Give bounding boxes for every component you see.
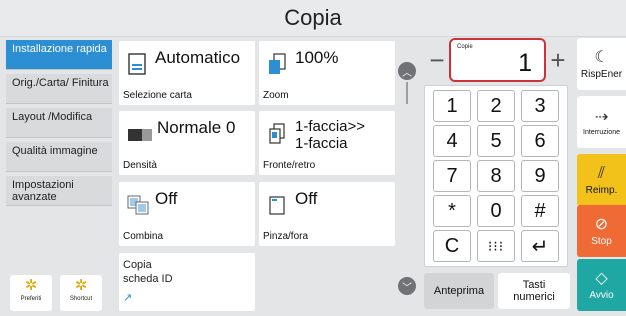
combine-value: Off xyxy=(155,189,178,208)
scroll-down-button[interactable]: ﹀ xyxy=(398,277,416,295)
staple-punch-tile[interactable]: Off Pinza/fora xyxy=(259,182,395,246)
staple-caption: Pinza/fora xyxy=(263,231,309,242)
combine-tile[interactable]: Off Combina xyxy=(119,182,255,246)
gear-star-icon: ✲ xyxy=(24,277,38,294)
key-5[interactable]: 5 xyxy=(477,125,515,157)
key-0[interactable]: 0 xyxy=(477,195,515,227)
stop-icon: ⊘ xyxy=(594,215,609,233)
scroll-track xyxy=(406,82,408,104)
moon-icon: ☾ xyxy=(594,48,609,66)
id-card-line1: Copia xyxy=(123,259,152,271)
density-icon xyxy=(128,129,152,141)
copies-value: 1 xyxy=(518,49,532,77)
minus-icon: − xyxy=(429,44,445,75)
sidebar-item-layout-edit[interactable]: Layout /Modifica xyxy=(6,108,112,138)
shortcut-button[interactable]: ✲ Shortcut xyxy=(60,275,102,311)
keypad-grid-icon: ⁝⁝⁝ xyxy=(487,238,505,254)
reset-label: Reimp. xyxy=(585,184,618,196)
key-4[interactable]: 4 xyxy=(433,125,471,157)
start-label: Avvio xyxy=(589,289,614,301)
page-title: Copia xyxy=(284,5,342,30)
key-hash[interactable]: # xyxy=(521,195,559,227)
copies-increment-button[interactable]: + xyxy=(547,44,569,75)
gear-shortcut-icon: ✲ xyxy=(74,277,88,294)
sidebar-bottom: ✲ Preferiti ✲ Shortcut xyxy=(6,275,112,311)
sidebar-item-quick-setup[interactable]: Installazione rapida xyxy=(6,40,112,70)
key-enter[interactable]: ↵ xyxy=(521,230,559,262)
scroll-up-button[interactable]: ︿ xyxy=(398,62,416,80)
combine-caption: Combina xyxy=(123,231,164,242)
numeric-keys-line1: Tasti xyxy=(522,279,546,291)
reset-button[interactable]: ⫽ Reimp. xyxy=(577,154,626,206)
duplex-value-line1: 1-faccia>> xyxy=(295,118,366,135)
key-8[interactable]: 8 xyxy=(477,160,515,192)
sidebar-item-original-paper-finishing[interactable]: Orig./Carta/ Finitura xyxy=(6,74,112,104)
staple-icon xyxy=(269,196,285,215)
paper-value: Automatico xyxy=(155,48,241,67)
zoom-value: 100% xyxy=(295,48,339,67)
id-card-line2: scheda ID xyxy=(123,273,173,285)
sidebar-item-label: Layout /Modifica xyxy=(12,111,93,123)
numeric-keys-line2: numerici xyxy=(513,291,555,303)
sidebar-item-label: Orig./Carta/ Finitura xyxy=(12,77,109,89)
chevron-down-icon: ﹀ xyxy=(402,282,412,294)
staple-value: Off xyxy=(295,189,318,208)
duplex-tile[interactable]: 1-faccia>> 1-faccia Fronte/retro xyxy=(259,111,395,175)
sidebar-item-label: Qualità immagine xyxy=(12,145,98,157)
density-tile[interactable]: Normale 0 Densità xyxy=(119,111,255,175)
zoom-caption: Zoom xyxy=(263,90,289,101)
key-asterisk[interactable]: * xyxy=(433,195,471,227)
interrupt-label: Interruzione xyxy=(583,128,620,136)
keypad-grid-button[interactable]: ⁝⁝⁝ xyxy=(477,230,515,262)
key-3[interactable]: 3 xyxy=(521,90,559,122)
paper-selection-tile[interactable]: Automatico Selezione carta xyxy=(119,41,255,105)
energy-saver-label: RispEner xyxy=(580,68,623,80)
copies-field[interactable]: Copie 1 xyxy=(449,38,546,82)
interrupt-button[interactable]: ⇢ Interruzione xyxy=(577,96,626,148)
id-card-copy-tile[interactable]: Copia scheda ID ↗ xyxy=(119,253,255,311)
paper-caption: Selezione carta xyxy=(123,90,192,101)
reset-icon: ⫽ xyxy=(597,164,606,182)
combine-icon xyxy=(127,195,149,215)
sidebar-item-label: Installazione rapida xyxy=(12,43,107,55)
favorites-button[interactable]: ✲ Preferiti xyxy=(10,275,52,311)
density-value: Normale 0 xyxy=(157,118,236,137)
sidebar-item-image-quality[interactable]: Qualità immagine xyxy=(6,142,112,172)
key-6[interactable]: 6 xyxy=(521,125,559,157)
shortcut-label: Shortcut xyxy=(69,296,93,302)
title-bar: Copia xyxy=(0,0,626,37)
sidebar-item-advanced-settings[interactable]: Impostazioni avanzate xyxy=(6,176,112,206)
start-icon: ◇ xyxy=(595,269,608,287)
stop-label: Stop xyxy=(591,235,612,247)
preview-button[interactable]: Anteprima xyxy=(424,273,494,309)
paper-tray-icon xyxy=(128,53,146,75)
key-7[interactable]: 7 xyxy=(433,160,471,192)
numeric-keys-button[interactable]: Tasti numerici xyxy=(498,273,570,309)
energy-saver-button[interactable]: ☾ RispEner xyxy=(577,38,626,90)
interrupt-icon: ⇢ xyxy=(594,108,609,126)
zoom-tile[interactable]: 100% Zoom xyxy=(259,41,395,105)
sidebar-item-label: Impostazioni avanzate xyxy=(12,179,74,203)
start-button[interactable]: ◇ Avvio xyxy=(577,259,626,311)
duplex-icon xyxy=(269,123,285,144)
key-9[interactable]: 9 xyxy=(521,160,559,192)
density-caption: Densità xyxy=(123,160,157,171)
plus-icon: + xyxy=(550,44,566,75)
favorites-label: Preferiti xyxy=(20,296,42,302)
key-2[interactable]: 2 xyxy=(477,90,515,122)
key-1[interactable]: 1 xyxy=(433,90,471,122)
sidebar: Installazione rapida Orig./Carta/ Finitu… xyxy=(6,40,114,312)
chevron-up-icon: ︿ xyxy=(402,67,412,79)
copies-label: Copie xyxy=(457,44,473,50)
numeric-keypad: 1 2 3 4 5 6 7 8 9 * 0 # C ⁝⁝⁝ ↵ xyxy=(424,85,568,267)
stop-button[interactable]: ⊘ Stop xyxy=(577,205,626,257)
preview-label: Anteprima xyxy=(433,285,485,297)
zoom-page-icon xyxy=(269,53,286,74)
arrow-up-right-icon: ↗ xyxy=(123,292,133,304)
duplex-caption: Fronte/retro xyxy=(263,160,316,171)
duplex-value-line2: 1-faccia xyxy=(295,135,348,152)
key-clear[interactable]: C xyxy=(433,230,471,262)
copies-decrement-button[interactable]: − xyxy=(426,44,448,75)
